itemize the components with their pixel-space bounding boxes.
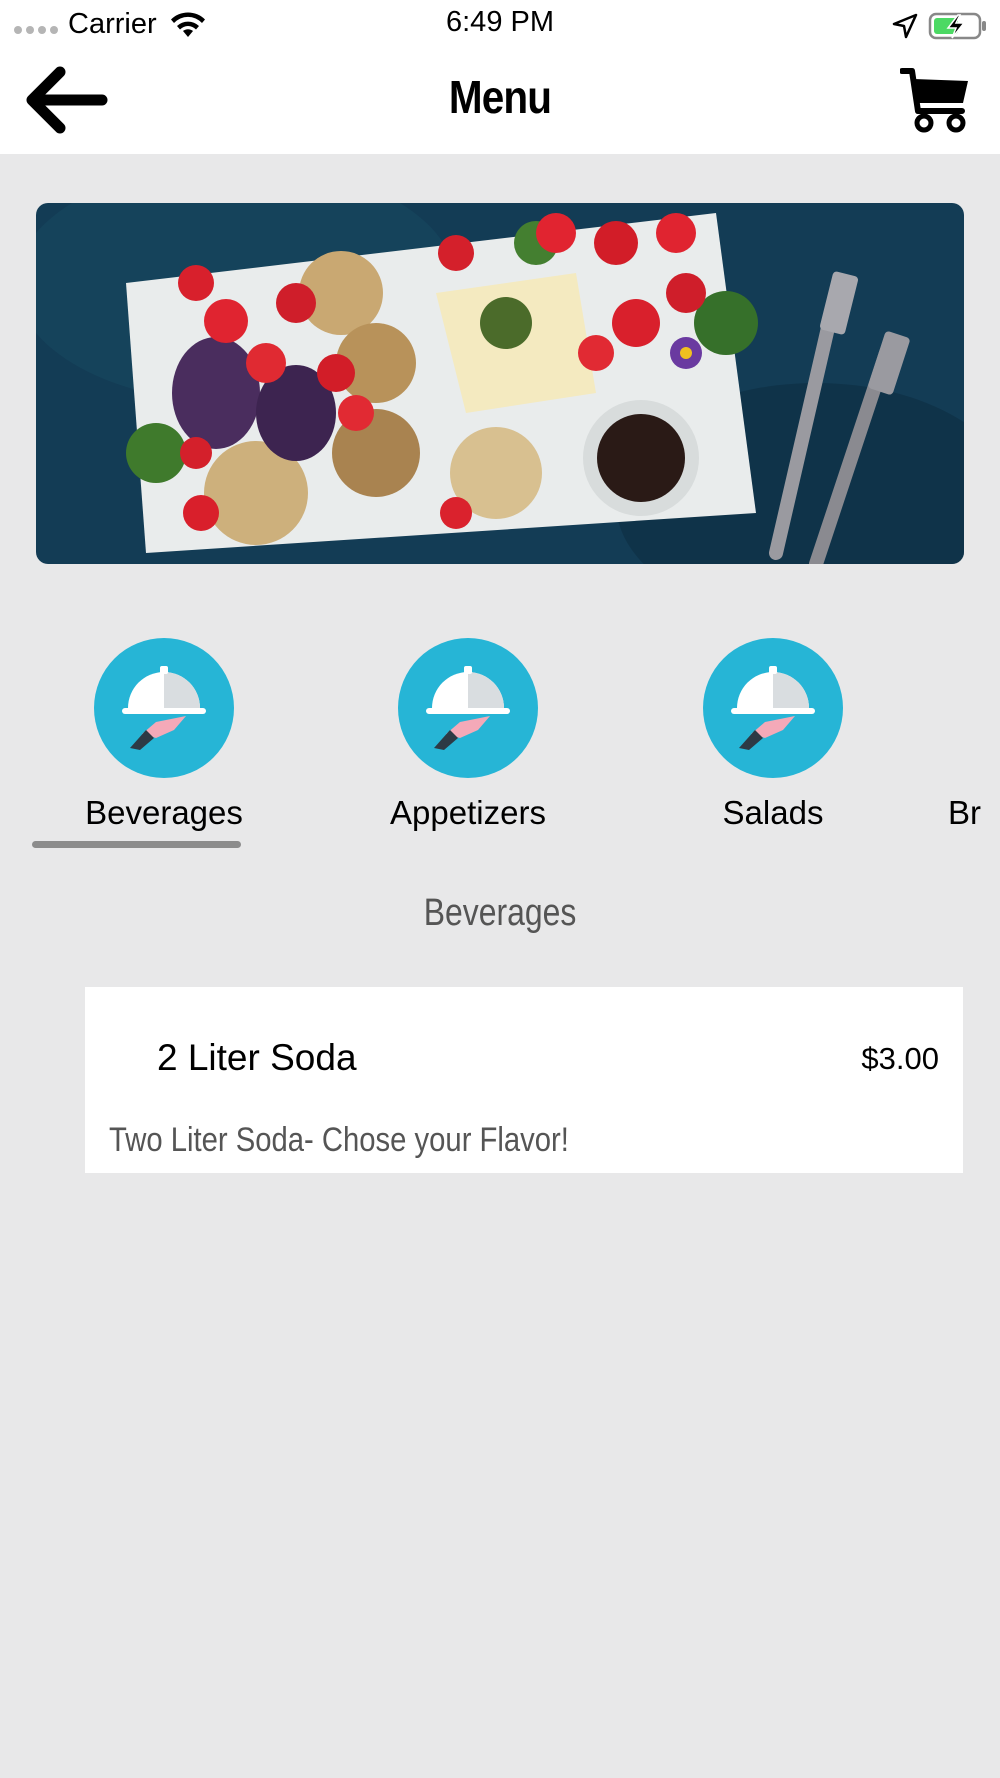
- item-name: 2 Liter Soda: [157, 1037, 357, 1078]
- serving-cloche-icon: [122, 666, 206, 750]
- category-partial[interactable]: Br: [948, 638, 1000, 838]
- category-appetizers[interactable]: Appetizers: [368, 638, 568, 838]
- status-right: [892, 8, 988, 44]
- item-description: Two Liter Soda- Chose your Flavor!: [109, 1121, 569, 1159]
- shopping-cart-icon: [900, 68, 968, 133]
- location-arrow-icon: [892, 13, 918, 39]
- category-icon-circle: [703, 638, 843, 778]
- item-price: $3.00: [861, 1041, 939, 1076]
- category-carousel[interactable]: Beverages Appetizers Salads Br: [0, 630, 1000, 860]
- navigation-bar: Menu: [0, 48, 1000, 154]
- cart-button[interactable]: [896, 62, 976, 138]
- serving-cloche-icon: [731, 666, 815, 750]
- food-platter-illustration: [36, 203, 964, 564]
- status-bar: Carrier 6:49 PM: [0, 0, 1000, 48]
- battery-charging-icon: [928, 12, 986, 40]
- category-label: Br: [948, 794, 981, 831]
- category-icon-circle: [398, 638, 538, 778]
- serving-cloche-icon: [426, 666, 510, 750]
- category-icon-circle: [94, 638, 234, 778]
- page-title: Menu: [448, 71, 552, 123]
- selected-category-indicator: [32, 841, 241, 848]
- menu-item-card[interactable]: 2 Liter Soda $3.00 Two Liter Soda- Chose…: [85, 987, 963, 1173]
- category-label: Appetizers: [390, 794, 546, 831]
- category-beverages[interactable]: Beverages: [64, 638, 264, 838]
- status-time: 6:49 PM: [446, 6, 554, 38]
- category-label: Salads: [722, 794, 824, 831]
- category-label: Beverages: [85, 794, 243, 831]
- section-title: Beverages: [423, 892, 577, 934]
- hero-banner-image: [36, 203, 964, 564]
- category-salads[interactable]: Salads: [673, 638, 873, 838]
